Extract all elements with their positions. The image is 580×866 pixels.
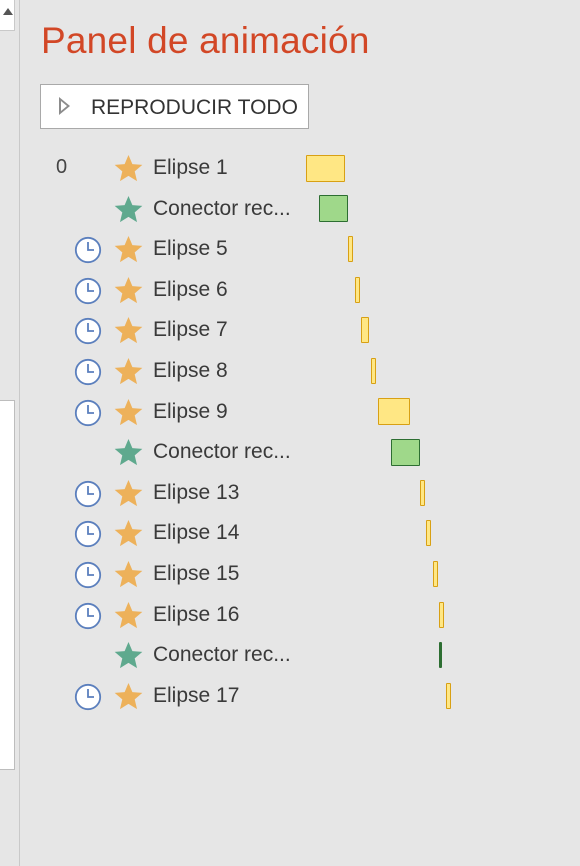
clock-icon [74, 480, 102, 507]
chevron-up-icon [3, 8, 13, 15]
star-gold-icon [114, 560, 143, 588]
animation-name: Elipse 8 [153, 359, 228, 382]
animation-name: Elipse 16 [153, 602, 240, 626]
timeline-bar-green[interactable] [319, 195, 349, 223]
animation-item[interactable]: Elipse 7 [40, 311, 560, 351]
animation-name: Elipse 7 [153, 318, 228, 342]
star-gold-icon [114, 398, 143, 425]
timeline-bar-yellow[interactable] [354, 276, 360, 303]
clock-icon [74, 683, 102, 710]
animation-item[interactable]: Elipse 16 [40, 596, 560, 636]
panel-title: Panel de animación [41, 20, 370, 61]
animation-item[interactable]: Conector rec... [40, 190, 560, 230]
animation-item[interactable]: Elipse 5 [40, 230, 560, 270]
star-gold-icon [114, 236, 143, 263]
slide-thumbnail-edge[interactable] [0, 400, 15, 770]
timeline-bar-yellow[interactable] [348, 236, 354, 263]
clock-icon [74, 318, 102, 345]
animation-item[interactable]: Conector rec... [40, 636, 560, 676]
clock-icon [74, 399, 102, 426]
clock-icon [74, 602, 102, 629]
animation-name: Conector rec... [153, 196, 291, 220]
star-teal-icon [114, 439, 143, 466]
animation-name: Conector rec... [153, 643, 291, 667]
timeline-bar-yellow[interactable] [426, 520, 432, 547]
animation-item[interactable]: Elipse 13 [40, 474, 560, 514]
animation-name: Elipse 14 [153, 521, 240, 545]
star-gold-icon [114, 682, 143, 709]
animation-item[interactable]: Elipse 14 [40, 514, 560, 554]
star-gold-icon [114, 479, 143, 506]
clock-icon [74, 561, 102, 589]
animation-name: Elipse 13 [153, 480, 240, 504]
animation-item[interactable]: Elipse 17 [40, 677, 560, 717]
star-gold-icon [114, 357, 143, 385]
timeline-bar-green[interactable] [439, 642, 443, 669]
star-gold-icon [114, 601, 143, 628]
star-gold-icon [114, 520, 143, 547]
animation-item[interactable]: Elipse 15 [40, 555, 560, 595]
clock-icon [74, 521, 102, 548]
star-gold-icon [114, 276, 143, 303]
clock-icon [74, 358, 102, 386]
animation-name: Elipse 9 [153, 399, 228, 423]
animation-item[interactable]: Elipse 6 [40, 271, 560, 311]
timeline-bar-green[interactable] [390, 438, 420, 466]
timeline-bar-yellow[interactable] [306, 154, 345, 182]
timeline-bar-yellow[interactable] [419, 479, 425, 506]
animation-name: Elipse 6 [153, 277, 228, 301]
clock-icon [74, 237, 102, 264]
play-all-label: REPRODUCIR TODO [91, 96, 298, 119]
scroll-up-button[interactable] [0, 0, 15, 31]
animation-name: Conector rec... [153, 440, 291, 464]
animation-item[interactable]: Conector rec... [40, 433, 560, 473]
star-gold-icon [114, 317, 143, 344]
clock-icon [74, 277, 102, 304]
animation-name: Elipse 1 [153, 156, 228, 179]
timeline-bar-yellow[interactable] [377, 398, 410, 426]
star-teal-icon [114, 195, 143, 222]
timeline-bar-yellow[interactable] [439, 601, 445, 628]
star-teal-icon [114, 642, 143, 669]
play-all-button[interactable]: REPRODUCIR TODO [40, 84, 309, 129]
play-icon [59, 97, 70, 115]
animation-item[interactable]: Elipse 8 [40, 352, 560, 392]
timeline-bar-yellow[interactable] [361, 317, 370, 344]
timeline-bar-yellow[interactable] [371, 358, 376, 384]
animation-index: 0 [56, 156, 68, 178]
animation-name: Elipse 15 [153, 562, 240, 585]
timeline-bar-yellow[interactable] [445, 682, 451, 709]
timeline-bar-yellow[interactable] [432, 561, 438, 587]
animation-name: Elipse 5 [153, 237, 228, 261]
star-gold-icon [114, 154, 143, 182]
animation-item[interactable]: Elipse 9 [40, 393, 560, 433]
animation-name: Elipse 17 [153, 683, 240, 707]
animation-item[interactable]: 0 Elipse 1 [40, 149, 560, 189]
